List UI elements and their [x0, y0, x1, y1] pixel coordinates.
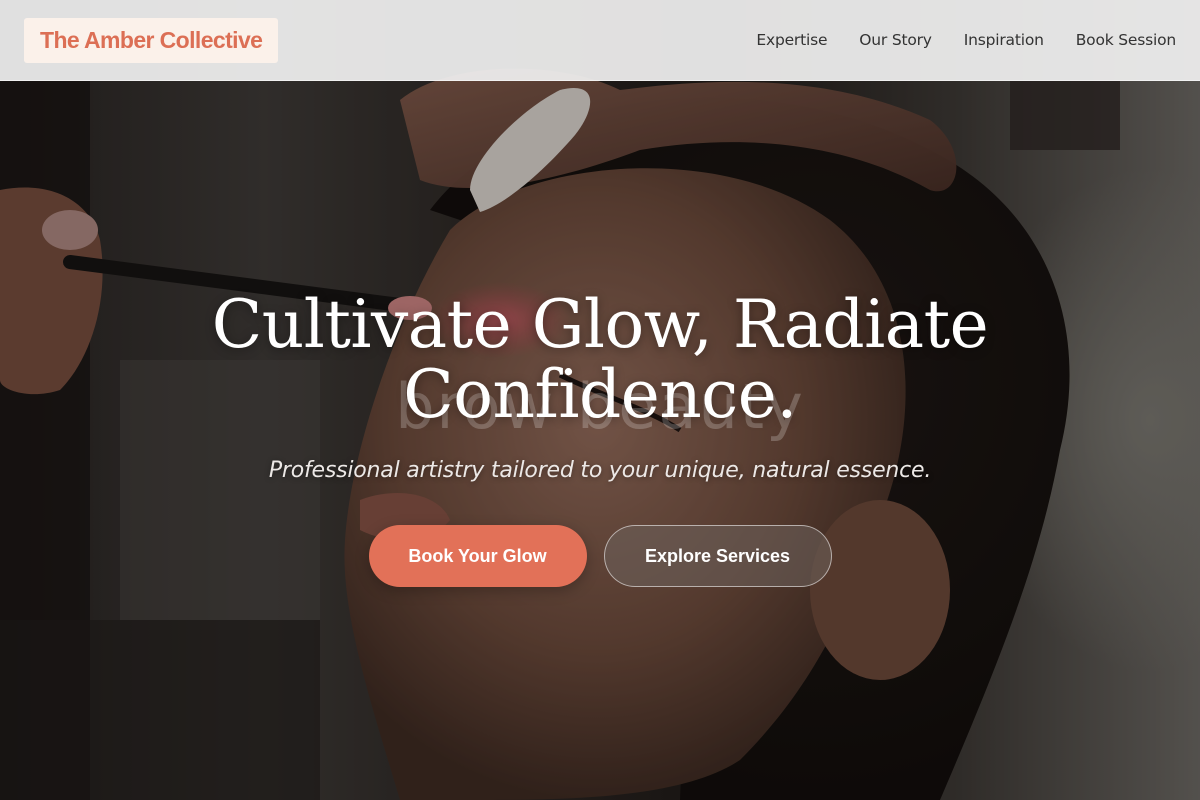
book-your-glow-button[interactable]: Book Your Glow — [368, 525, 587, 587]
main-navigation: Expertise Our Story Inspiration Book Ses… — [724, 31, 1176, 49]
explore-services-button[interactable]: Explore Services — [603, 525, 832, 587]
nav-link-book-session[interactable]: Book Session — [1076, 31, 1176, 49]
cta-group: Book Your Glow Explore Services — [0, 525, 1200, 587]
brand-logo[interactable]: The Amber Collective — [24, 17, 279, 63]
hero-headline: Cultivate Glow, Radiate Confidence. — [0, 290, 1200, 430]
nav-link-our-story[interactable]: Our Story — [859, 31, 932, 49]
hero-content: Cultivate Glow, Radiate Confidence. Prof… — [0, 290, 1200, 587]
site-header: The Amber Collective Expertise Our Story… — [0, 0, 1200, 81]
hero-tagline: Professional artistry tailored to your u… — [268, 458, 932, 483]
headline-line-2: Confidence. — [403, 356, 797, 433]
nav-link-inspiration[interactable]: Inspiration — [964, 31, 1044, 49]
nav-link-expertise[interactable]: Expertise — [756, 31, 827, 49]
headline-line-1: Cultivate Glow, Radiate — [211, 286, 989, 363]
